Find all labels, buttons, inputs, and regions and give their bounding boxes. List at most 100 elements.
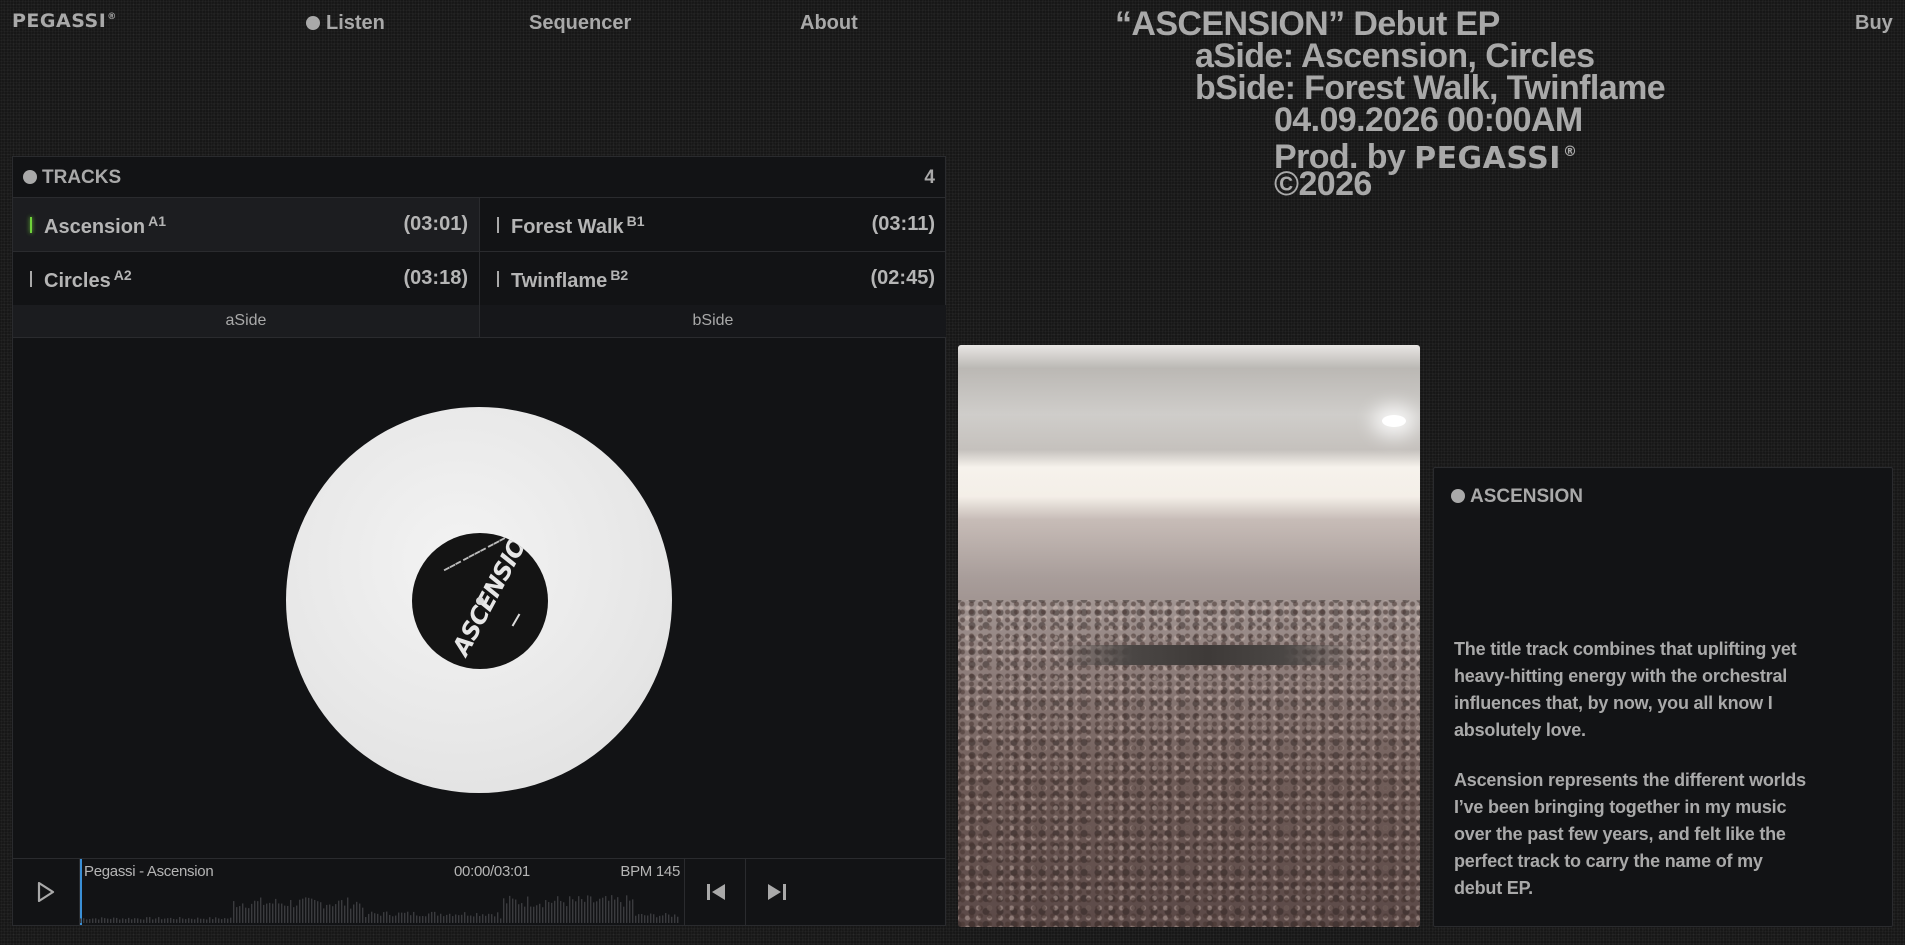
waveform-bar xyxy=(260,897,262,923)
waveform-bar xyxy=(191,918,193,923)
waveform-bar xyxy=(521,903,523,923)
waveform-bar xyxy=(110,918,112,923)
waveform-bar xyxy=(668,914,670,923)
nav-listen[interactable]: Listen xyxy=(306,12,385,35)
waveform xyxy=(80,895,679,923)
release-copyright: ©2026 xyxy=(1274,165,1372,203)
tab-aside[interactable]: aSide xyxy=(13,305,480,338)
waveform-bar xyxy=(458,915,460,923)
waveform-bar xyxy=(527,896,529,923)
waveform-bar xyxy=(620,902,622,923)
description-paragraph: The title track combines that uplifting … xyxy=(1454,639,1797,740)
waveform-bar xyxy=(587,895,589,923)
waveform-bar xyxy=(416,915,418,923)
waveform-bar xyxy=(287,905,289,923)
concert-video[interactable] xyxy=(958,345,1420,927)
skip-back-icon xyxy=(707,884,725,900)
waveform-bar xyxy=(149,917,151,923)
waveform-bar xyxy=(143,919,145,923)
waveform-bar xyxy=(470,915,472,923)
waveform-bar xyxy=(530,906,532,923)
waveform-bar xyxy=(344,905,346,923)
waveform-bar xyxy=(251,903,253,923)
track-name: Forest Walk B1 xyxy=(511,213,645,238)
waveform-bar xyxy=(488,913,490,923)
tracks-panel-header: TRACKS 4 xyxy=(13,157,945,198)
waveform-bar xyxy=(290,900,292,923)
track-item-forest-walk[interactable]: Forest Walk B1 (03:11) xyxy=(480,198,946,252)
waveform-bar xyxy=(275,898,277,923)
waveform-bar xyxy=(479,915,481,923)
waveform-bar xyxy=(494,916,496,923)
waveform-bar xyxy=(392,916,394,923)
waveform-bar xyxy=(512,898,514,923)
track-duration: (03:18) xyxy=(403,267,468,289)
waveform-bar xyxy=(188,918,190,923)
waveform-bar xyxy=(614,899,616,923)
waveform-bar xyxy=(254,900,256,923)
track-item-twinflame[interactable]: Twinflame B2 (02:45) xyxy=(480,252,946,306)
waveform-bar xyxy=(119,919,121,923)
waveform-bar xyxy=(563,902,565,923)
track-duration: (02:45) xyxy=(870,267,935,289)
nav-about[interactable]: About xyxy=(800,12,858,35)
waveform-bar xyxy=(677,916,679,923)
waveform-bar xyxy=(545,900,547,923)
waveform-bar xyxy=(539,903,541,923)
waveform-bar xyxy=(590,896,592,923)
waveform-bar xyxy=(239,906,241,923)
waveform-bar xyxy=(293,907,295,923)
track-description-panel: ASCENSION The title track combines that … xyxy=(1433,467,1893,927)
waveform-bar xyxy=(98,919,100,923)
buy-link[interactable]: Buy xyxy=(1855,12,1893,35)
waveform-bar xyxy=(269,902,271,923)
track-item-ascension[interactable]: Ascension A1 (03:01) xyxy=(13,198,480,252)
dot-icon xyxy=(1451,489,1465,503)
track-name: Circles A2 xyxy=(44,267,132,292)
waveform-bar xyxy=(83,918,85,923)
waveform-bar xyxy=(401,912,403,923)
waveform-bar xyxy=(584,901,586,923)
tracks-panel: TRACKS 4 Ascension A1 (03:01) Forest Walk… xyxy=(12,156,946,926)
waveform-bar xyxy=(515,899,517,923)
waveform-bar xyxy=(569,896,571,923)
site-logo[interactable]: PEGASSI® xyxy=(12,10,117,32)
waveform-bar xyxy=(377,913,379,923)
next-track-button[interactable] xyxy=(745,859,806,925)
waveform-bar xyxy=(104,918,106,923)
waveform-bar xyxy=(644,915,646,923)
waveform-bar xyxy=(605,896,607,923)
waveform-bar xyxy=(140,919,142,923)
waveform-bar xyxy=(215,917,217,923)
nav-listen-label: Listen xyxy=(326,12,385,34)
waveform-bar xyxy=(635,915,637,923)
waveform-scrubber[interactable]: Pegassi - Ascension 00:00/03:01 BPM 145 xyxy=(80,859,684,925)
tab-bside[interactable]: bSide xyxy=(480,305,946,338)
waveform-bar xyxy=(203,918,205,923)
waveform-bar xyxy=(167,918,169,923)
waveform-bar xyxy=(464,912,466,923)
waveform-bar xyxy=(341,900,343,923)
waveform-bar xyxy=(236,907,238,923)
track-item-circles[interactable]: Circles A2 (03:18) xyxy=(13,252,480,306)
waveform-bar xyxy=(518,904,520,923)
nav-sequencer[interactable]: Sequencer xyxy=(529,12,631,35)
waveform-bar xyxy=(281,903,283,923)
waveform-bar xyxy=(593,902,595,923)
waveform-bar xyxy=(410,915,412,923)
previous-track-button[interactable] xyxy=(684,859,745,925)
waveform-bar xyxy=(647,915,649,923)
waveform-bar xyxy=(107,918,109,923)
spindle-hole xyxy=(476,597,484,605)
waveform-bar xyxy=(317,901,319,923)
waveform-bar xyxy=(431,911,433,923)
waveform-bar xyxy=(548,902,550,923)
waveform-bar xyxy=(332,906,334,923)
release-title: “ASCENSION” Debut EP xyxy=(1115,5,1500,43)
play-button[interactable] xyxy=(13,859,80,925)
waveform-bar xyxy=(350,908,352,923)
waveform-bar xyxy=(152,919,154,923)
tracks-panel-title: TRACKS xyxy=(23,167,121,189)
waveform-bar xyxy=(128,917,130,923)
waveform-bar xyxy=(224,918,226,923)
